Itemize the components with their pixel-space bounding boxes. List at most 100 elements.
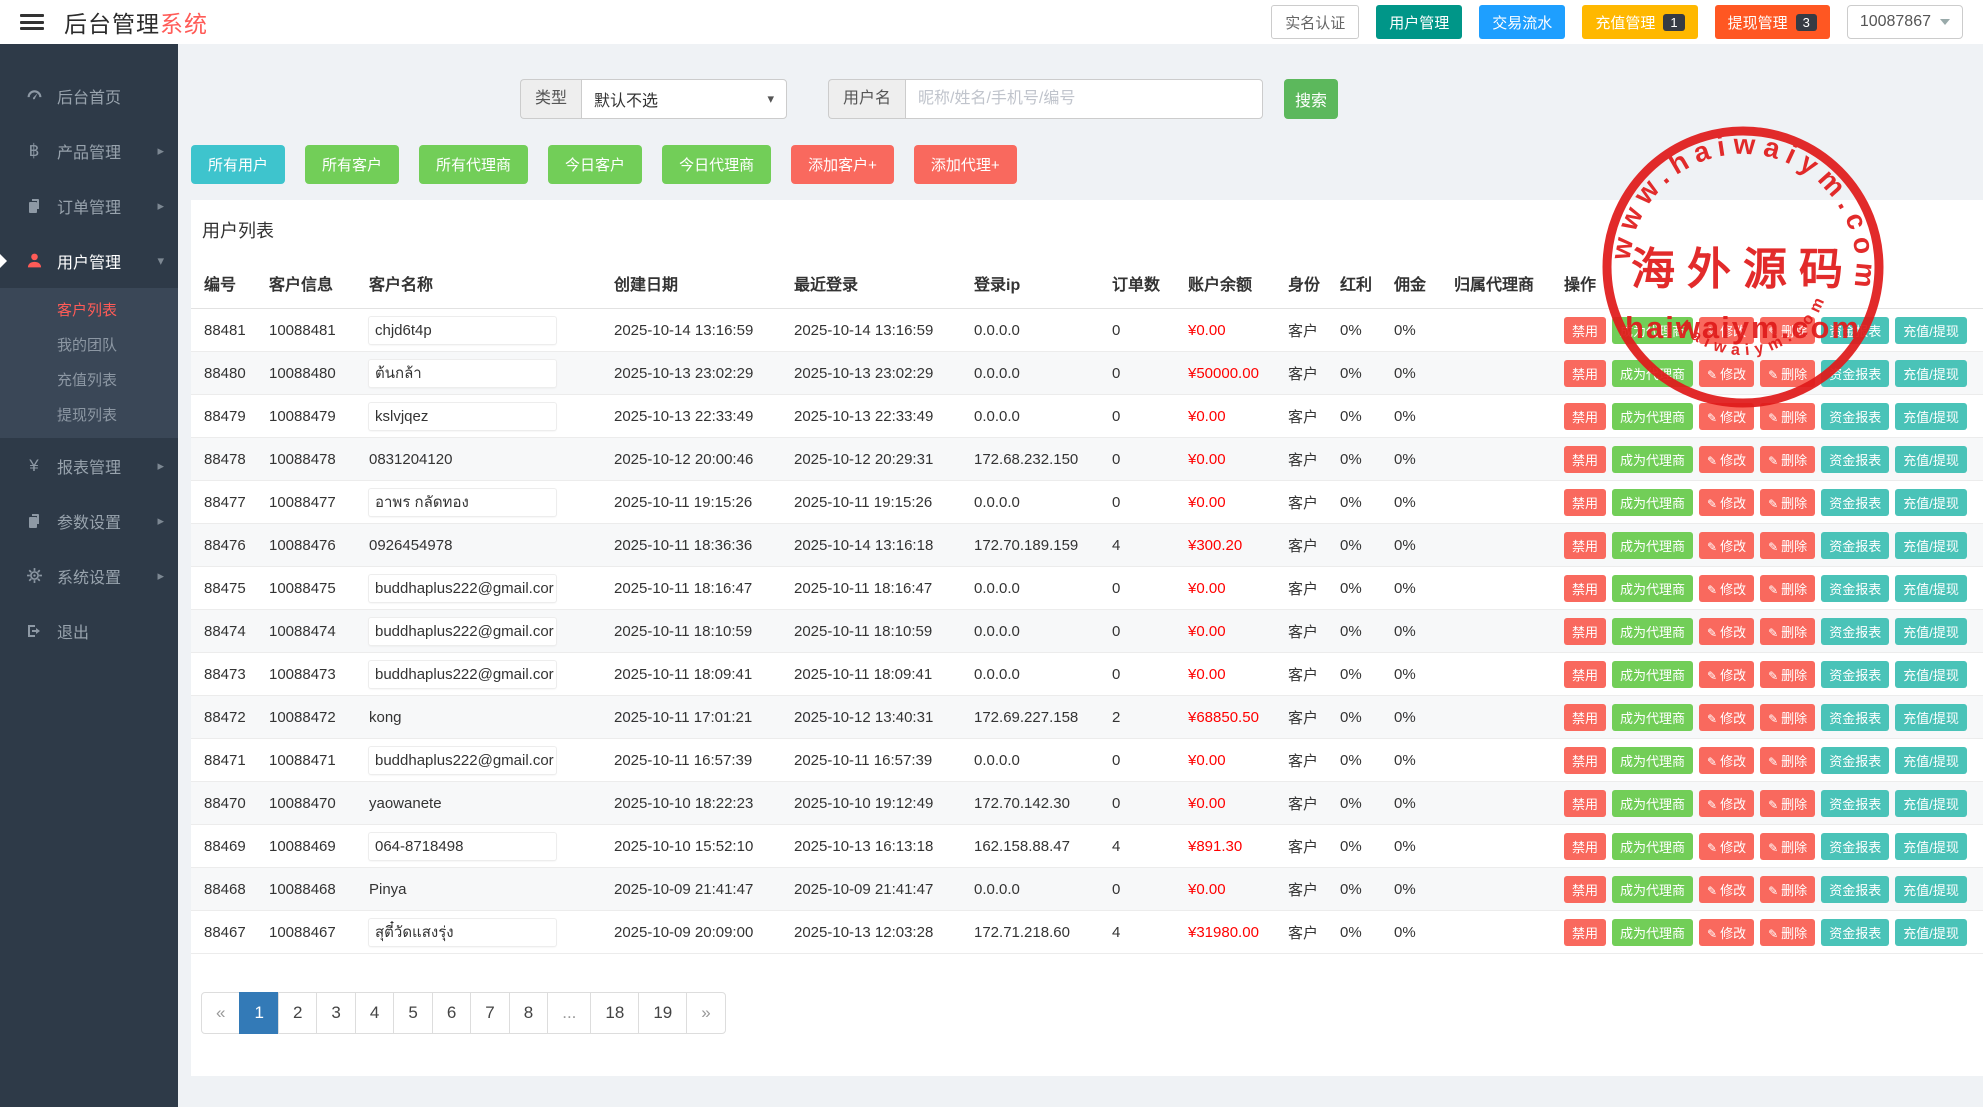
- disable-button[interactable]: 禁用: [1564, 833, 1606, 860]
- disable-button[interactable]: 禁用: [1564, 360, 1606, 387]
- delete-button[interactable]: ✎删除: [1760, 618, 1815, 645]
- customer-name-field[interactable]: chjd6t4p: [369, 317, 556, 344]
- fund-report-button[interactable]: 资金报表: [1821, 446, 1889, 473]
- fund-report-button[interactable]: 资金报表: [1821, 317, 1889, 344]
- recharge-withdraw-button[interactable]: 充值/提现: [1895, 360, 1967, 387]
- customer-name-field[interactable]: 064-8718498: [369, 833, 556, 860]
- all-customers-button[interactable]: 所有客户: [305, 145, 399, 184]
- disable-button[interactable]: 禁用: [1564, 661, 1606, 688]
- edit-button[interactable]: ✎修改: [1699, 876, 1754, 903]
- sidebar-subitem-recharge-list[interactable]: 充值列表: [0, 363, 178, 398]
- disable-button[interactable]: 禁用: [1564, 532, 1606, 559]
- add-customer-button[interactable]: 添加客户+: [791, 145, 894, 184]
- recharge-withdraw-button[interactable]: 充值/提现: [1895, 489, 1967, 516]
- delete-button[interactable]: ✎删除: [1760, 876, 1815, 903]
- fund-report-button[interactable]: 资金报表: [1821, 489, 1889, 516]
- disable-button[interactable]: 禁用: [1564, 747, 1606, 774]
- customer-name-field[interactable]: buddhaplus222@gmail.cor: [369, 575, 556, 602]
- page-3[interactable]: 3: [316, 992, 355, 1034]
- page-6[interactable]: 6: [432, 992, 471, 1034]
- fund-report-button[interactable]: 资金报表: [1821, 360, 1889, 387]
- disable-button[interactable]: 禁用: [1564, 704, 1606, 731]
- become-agent-button[interactable]: 成为代理商: [1612, 618, 1693, 645]
- edit-button[interactable]: ✎修改: [1699, 532, 1754, 559]
- page-19[interactable]: 19: [638, 992, 687, 1034]
- sidebar-subitem-customer-list[interactable]: 客户列表: [0, 293, 178, 328]
- edit-button[interactable]: ✎修改: [1699, 446, 1754, 473]
- all-users-button[interactable]: 所有用户: [191, 145, 285, 184]
- recharge-withdraw-button[interactable]: 充值/提现: [1895, 403, 1967, 430]
- become-agent-button[interactable]: 成为代理商: [1612, 876, 1693, 903]
- become-agent-button[interactable]: 成为代理商: [1612, 446, 1693, 473]
- recharge-withdraw-button[interactable]: 充值/提现: [1895, 704, 1967, 731]
- become-agent-button[interactable]: 成为代理商: [1612, 532, 1693, 559]
- recharge-withdraw-button[interactable]: 充值/提现: [1895, 747, 1967, 774]
- delete-button[interactable]: ✎删除: [1760, 317, 1815, 344]
- become-agent-button[interactable]: 成为代理商: [1612, 833, 1693, 860]
- sidebar-subitem-withdraw-list[interactable]: 提现列表: [0, 398, 178, 433]
- sidebar-item-home[interactable]: 后台首页: [0, 68, 178, 123]
- edit-button[interactable]: ✎修改: [1699, 618, 1754, 645]
- disable-button[interactable]: 禁用: [1564, 489, 1606, 516]
- delete-button[interactable]: ✎删除: [1760, 790, 1815, 817]
- sidebar-item-params[interactable]: 参数设置▸: [0, 493, 178, 548]
- today-agents-button[interactable]: 今日代理商: [662, 145, 771, 184]
- fund-report-button[interactable]: 资金报表: [1821, 919, 1889, 946]
- become-agent-button[interactable]: 成为代理商: [1612, 661, 1693, 688]
- all-agents-button[interactable]: 所有代理商: [419, 145, 528, 184]
- realname-auth-button[interactable]: 实名认证: [1271, 5, 1359, 39]
- disable-button[interactable]: 禁用: [1564, 446, 1606, 473]
- account-dropdown[interactable]: 10087867: [1847, 5, 1963, 39]
- edit-button[interactable]: ✎修改: [1699, 919, 1754, 946]
- fund-report-button[interactable]: 资金报表: [1821, 833, 1889, 860]
- edit-button[interactable]: ✎修改: [1699, 489, 1754, 516]
- fund-report-button[interactable]: 资金报表: [1821, 661, 1889, 688]
- edit-button[interactable]: ✎修改: [1699, 661, 1754, 688]
- delete-button[interactable]: ✎删除: [1760, 489, 1815, 516]
- sidebar-item-system[interactable]: 系统设置▸: [0, 548, 178, 603]
- fund-report-button[interactable]: 资金报表: [1821, 575, 1889, 602]
- add-agent-button[interactable]: 添加代理+: [914, 145, 1017, 184]
- recharge-withdraw-button[interactable]: 充值/提现: [1895, 876, 1967, 903]
- recharge-withdraw-button[interactable]: 充值/提现: [1895, 919, 1967, 946]
- recharge-withdraw-button[interactable]: 充值/提现: [1895, 833, 1967, 860]
- sidebar-item-products[interactable]: ฿产品管理▸: [0, 123, 178, 178]
- fund-report-button[interactable]: 资金报表: [1821, 876, 1889, 903]
- customer-name-field[interactable]: อาพร กลัดทอง: [369, 489, 556, 516]
- delete-button[interactable]: ✎删除: [1760, 704, 1815, 731]
- username-input[interactable]: [905, 79, 1263, 119]
- edit-button[interactable]: ✎修改: [1699, 790, 1754, 817]
- disable-button[interactable]: 禁用: [1564, 876, 1606, 903]
- customer-name-field[interactable]: buddhaplus222@gmail.cor: [369, 618, 556, 645]
- disable-button[interactable]: 禁用: [1564, 403, 1606, 430]
- disable-button[interactable]: 禁用: [1564, 317, 1606, 344]
- become-agent-button[interactable]: 成为代理商: [1612, 704, 1693, 731]
- edit-button[interactable]: ✎修改: [1699, 403, 1754, 430]
- sidebar-item-logout[interactable]: 退出: [0, 603, 178, 658]
- customer-name-field[interactable]: สุตี๋วัดแสงรุ่ง: [369, 919, 556, 946]
- page-2[interactable]: 2: [278, 992, 317, 1034]
- become-agent-button[interactable]: 成为代理商: [1612, 919, 1693, 946]
- type-select[interactable]: 默认不选 ▾: [581, 79, 787, 119]
- disable-button[interactable]: 禁用: [1564, 618, 1606, 645]
- search-button[interactable]: 搜索: [1284, 79, 1338, 119]
- disable-button[interactable]: 禁用: [1564, 575, 1606, 602]
- edit-button[interactable]: ✎修改: [1699, 833, 1754, 860]
- recharge-withdraw-button[interactable]: 充值/提现: [1895, 575, 1967, 602]
- edit-button[interactable]: ✎修改: [1699, 360, 1754, 387]
- sidebar-item-reports[interactable]: ¥报表管理▸: [0, 438, 178, 493]
- page-18[interactable]: 18: [590, 992, 639, 1034]
- become-agent-button[interactable]: 成为代理商: [1612, 747, 1693, 774]
- delete-button[interactable]: ✎删除: [1760, 360, 1815, 387]
- delete-button[interactable]: ✎删除: [1760, 446, 1815, 473]
- page-next[interactable]: »: [686, 992, 725, 1034]
- withdraw-mgmt-button[interactable]: 提现管理3: [1715, 5, 1830, 39]
- become-agent-button[interactable]: 成为代理商: [1612, 317, 1693, 344]
- page-prev[interactable]: «: [201, 992, 240, 1034]
- edit-button[interactable]: ✎修改: [1699, 747, 1754, 774]
- fund-report-button[interactable]: 资金报表: [1821, 532, 1889, 559]
- edit-button[interactable]: ✎修改: [1699, 317, 1754, 344]
- delete-button[interactable]: ✎删除: [1760, 661, 1815, 688]
- edit-button[interactable]: ✎修改: [1699, 704, 1754, 731]
- customer-name-field[interactable]: buddhaplus222@gmail.cor: [369, 747, 556, 774]
